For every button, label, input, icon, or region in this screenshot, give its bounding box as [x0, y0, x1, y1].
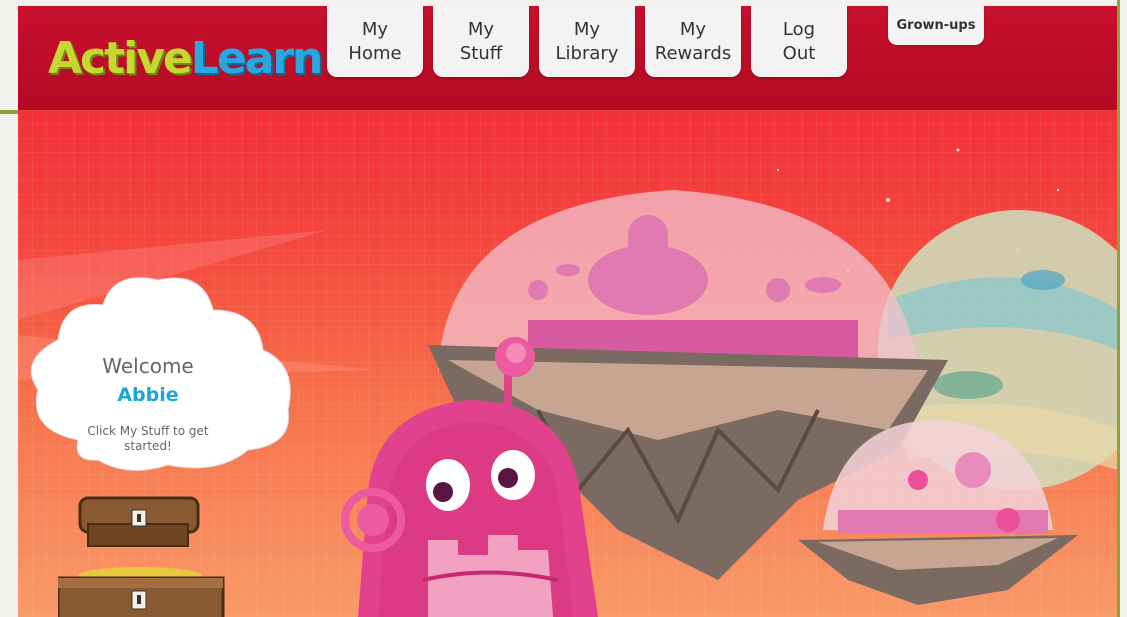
nav-label-line2: Out	[782, 42, 816, 64]
nav-label-line1: My	[573, 18, 601, 40]
nav-label-line2: Rewards	[654, 42, 732, 64]
logo-part-learn: Learn	[190, 33, 324, 84]
nav-my-home-button[interactable]: My Home	[327, 6, 423, 77]
main-nav: My Home My Stuff My Library My Rewards L…	[327, 6, 847, 77]
nav-log-out-button[interactable]: Log Out	[751, 6, 847, 77]
welcome-instruction: Click My Stuff to get started!	[87, 424, 209, 453]
nav-label-line1: Log	[782, 18, 816, 40]
frame-line	[1117, 0, 1120, 617]
nav-my-rewards-button[interactable]: My Rewards	[645, 6, 741, 77]
nav-my-library-button[interactable]: My Library	[539, 6, 635, 77]
nav-label-line1: My	[467, 18, 495, 40]
nav-label-line1: My	[361, 18, 389, 40]
frame-line	[0, 110, 20, 114]
grown-ups-button[interactable]: Grown-ups	[888, 6, 984, 45]
nav-my-stuff-button[interactable]: My Stuff	[433, 6, 529, 77]
welcome-title: Welcome	[102, 354, 194, 378]
logo-part-active: Active	[48, 33, 193, 84]
header-bar: Active Learn My Home My Stuff My Library …	[18, 6, 1117, 110]
home-scene: Welcome Abbie Click My Stuff to get star…	[18, 110, 1117, 617]
welcome-user-name: Abbie	[117, 384, 179, 406]
nav-label-line2: Stuff	[459, 42, 503, 64]
activelearn-logo[interactable]: Active Learn	[48, 20, 324, 84]
nav-label-line2: Library	[555, 42, 619, 64]
nav-label-line1: My	[679, 18, 707, 40]
nav-label-line2: Home	[348, 42, 402, 64]
